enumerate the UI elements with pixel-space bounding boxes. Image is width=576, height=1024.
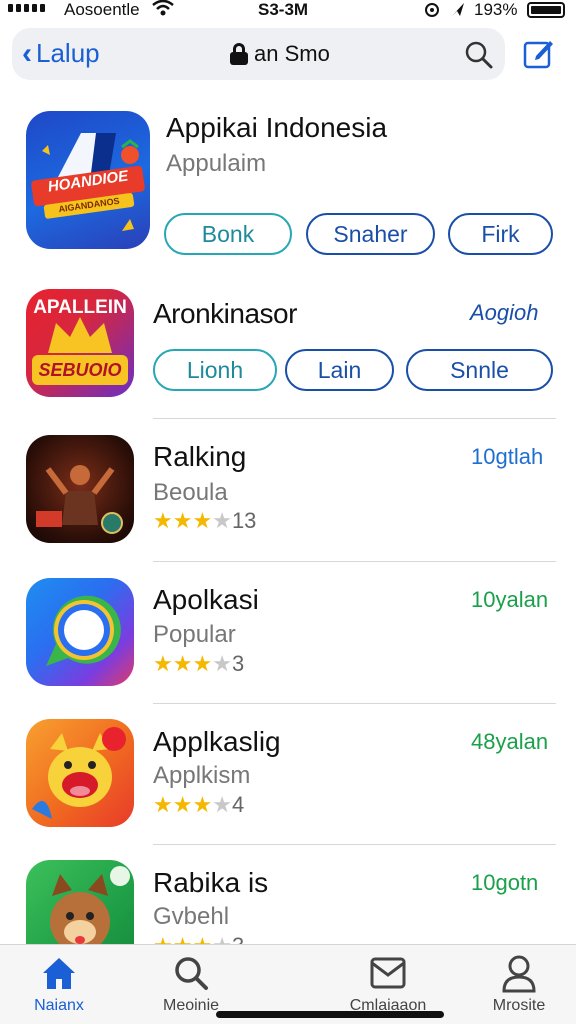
app-size-2[interactable]: 10yalan xyxy=(471,587,548,613)
back-button[interactable]: ‹ Lalup xyxy=(22,38,100,69)
featured-app-subtitle-1: Appulaim xyxy=(166,150,267,177)
battery-icon xyxy=(527,2,565,18)
status-time: S3-3M xyxy=(258,0,309,19)
featured-app-icon-1[interactable]: HOANDIOE AIGANDANOS xyxy=(26,111,150,249)
tab-search-label: Meoinie xyxy=(162,997,220,1014)
carrier-label: Aosoentle xyxy=(64,0,140,19)
rating-count: 3 xyxy=(231,651,245,676)
battery-percent: 193% xyxy=(474,0,518,19)
tab-home[interactable]: Naianx xyxy=(4,953,114,1015)
app-subtitle-3: Applkism xyxy=(153,762,251,789)
featured-2-button-3[interactable]: Snnle xyxy=(406,349,553,391)
divider xyxy=(153,844,556,845)
home-icon xyxy=(39,953,79,993)
tab-home-label: Naianx xyxy=(34,997,84,1014)
app-rating-1: ★ ★ ★ ★ 13 xyxy=(153,508,256,534)
star-icon: ★ xyxy=(192,651,213,676)
star-icon: ★ xyxy=(172,508,193,533)
app-subtitle-1: Beoula xyxy=(153,479,228,506)
edit-icon[interactable] xyxy=(522,36,556,70)
star-icon: ★ xyxy=(172,792,193,817)
app-rating-3: ★ ★ ★ ★ 4 xyxy=(153,792,244,818)
rating-count: 4 xyxy=(231,792,245,817)
location-icon xyxy=(424,0,468,25)
featured-2-link[interactable]: Aogioh xyxy=(470,300,539,326)
lock-icon xyxy=(230,43,248,65)
search-icon xyxy=(171,953,211,993)
tab-profile-label: Mrosite xyxy=(492,997,546,1014)
featured-2-button-2[interactable]: Lain xyxy=(285,349,394,391)
inbox-icon xyxy=(368,953,408,993)
app-name-3[interactable]: Applkaslig xyxy=(153,726,281,758)
tab-profile[interactable]: Mrosite xyxy=(464,953,574,1015)
featured-app-name-1[interactable]: Appikai Indonesia xyxy=(166,112,387,144)
nav-title[interactable]: an Smo xyxy=(230,41,330,67)
featured-2-button-1[interactable]: Lionh xyxy=(153,349,277,391)
app-name-4[interactable]: Rabika is xyxy=(153,867,268,899)
home-indicator[interactable] xyxy=(216,1011,444,1018)
icon-lettering-2: SEBUOIO xyxy=(38,360,122,380)
app-icon-2[interactable] xyxy=(26,578,134,686)
app-size-4[interactable]: 10gotn xyxy=(471,870,538,896)
star-icon: ★ xyxy=(212,792,232,817)
tab-inbox[interactable]: Cmlaiaaon xyxy=(333,953,443,1015)
app-icon-1[interactable] xyxy=(26,435,134,543)
divider xyxy=(153,418,556,419)
chevron-left-icon: ‹ xyxy=(22,36,32,70)
star-icon: ★ xyxy=(192,508,213,533)
profile-icon xyxy=(499,953,539,993)
app-size-3[interactable]: 48yalan xyxy=(471,729,548,755)
star-icon: ★ xyxy=(172,651,193,676)
rating-count: 13 xyxy=(231,508,257,533)
divider xyxy=(153,703,556,704)
star-icon: ★ xyxy=(212,651,232,676)
featured-1-button-2[interactable]: Snaher xyxy=(306,213,435,255)
tab-search[interactable]: Meoinie xyxy=(136,953,246,1015)
featured-1-button-3[interactable]: Firk xyxy=(448,213,553,255)
back-label: Lalup xyxy=(36,38,100,68)
star-icon: ★ xyxy=(212,508,232,533)
star-icon: ★ xyxy=(153,792,173,817)
nav-title-text: an Smo xyxy=(254,41,330,66)
app-rating-2: ★ ★ ★ ★ 3 xyxy=(153,651,244,677)
star-icon: ★ xyxy=(192,792,213,817)
status-bar: Aosoentle S3-3M 193% xyxy=(0,0,576,22)
featured-app-name-2[interactable]: Aronkinasor xyxy=(153,298,297,330)
app-subtitle-2: Popular xyxy=(153,621,236,648)
app-size-1[interactable]: 10gtlah xyxy=(471,444,543,470)
divider xyxy=(153,561,556,562)
app-name-2[interactable]: Apolkasi xyxy=(153,584,259,616)
featured-1-button-1[interactable]: Bonk xyxy=(164,213,292,255)
icon-lettering: APALLEIN xyxy=(33,297,127,318)
app-name-1[interactable]: Ralking xyxy=(153,441,246,473)
star-icon: ★ xyxy=(153,651,173,676)
address-bar: ‹ Lalup an Smo xyxy=(12,28,505,80)
search-icon[interactable] xyxy=(464,40,494,70)
signal-icon xyxy=(8,4,45,12)
wifi-icon xyxy=(152,0,174,22)
featured-app-icon-2[interactable]: APALLEIN SEBUOIO xyxy=(26,289,134,397)
app-icon-3[interactable] xyxy=(26,719,134,827)
app-subtitle-4: Gvbehl xyxy=(153,903,230,930)
star-icon: ★ xyxy=(153,508,173,533)
